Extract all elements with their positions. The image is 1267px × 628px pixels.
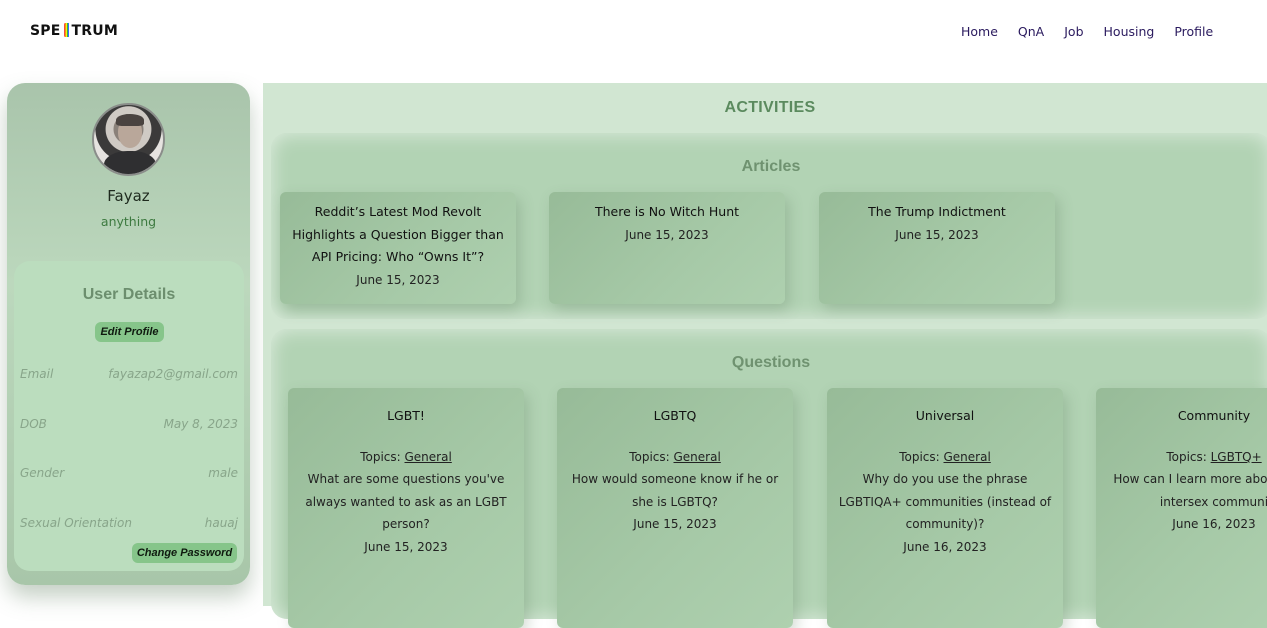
- avatar: [92, 103, 165, 176]
- article-card[interactable]: Reddit’s Latest Mod Revolt Highlights a …: [280, 192, 516, 304]
- logo-text-right: TRUM: [71, 23, 118, 39]
- orientation-label: Sexual Orientation: [20, 516, 132, 530]
- email-label: Email: [20, 367, 54, 381]
- question-title: LGBT!: [387, 408, 425, 423]
- question-topics: Topics: General: [360, 450, 452, 464]
- question-body: How would someone know if he or she is L…: [571, 472, 779, 509]
- topic-link[interactable]: General: [674, 450, 721, 464]
- topic-link[interactable]: General: [944, 450, 991, 464]
- nav-home-link[interactable]: Home: [961, 24, 998, 39]
- question-date: June 15, 2023: [364, 539, 448, 554]
- question-title: LGBTQ: [653, 408, 697, 423]
- article-title: The Trump Indictment: [868, 204, 1006, 219]
- question-card[interactable]: Community Topics: LGBTQ+ How can I learn…: [1096, 388, 1267, 628]
- user-name: Fayaz: [107, 187, 150, 205]
- article-date: June 15, 2023: [625, 227, 709, 242]
- question-topics: Topics: General: [629, 450, 721, 464]
- article-date: June 15, 2023: [895, 227, 979, 242]
- articles-section: Articles Reddit’s Latest Mod Revolt High…: [271, 133, 1267, 319]
- question-topics: Topics: General: [899, 450, 991, 464]
- top-navbar: SPE TRUM Home QnA Job Housing Profile: [0, 0, 1267, 64]
- article-card[interactable]: The Trump Indictment June 15, 2023: [819, 192, 1055, 304]
- question-topics: Topics: LGBTQ+: [1166, 450, 1262, 464]
- nav-housing-link[interactable]: Housing: [1104, 24, 1155, 39]
- questions-title: Questions: [731, 354, 811, 371]
- question-body: What are some questions you've always wa…: [305, 472, 507, 531]
- logo-text-left: SPE: [30, 23, 61, 39]
- articles-title: Articles: [741, 158, 801, 175]
- nav-profile-link[interactable]: Profile: [1174, 24, 1213, 39]
- article-title: There is No Witch Hunt: [594, 204, 740, 219]
- question-card[interactable]: Universal Topics: General Why do you use…: [827, 388, 1063, 628]
- topic-link[interactable]: General: [405, 450, 452, 464]
- user-bio: anything: [100, 214, 157, 229]
- question-card[interactable]: LGBTQ Topics: General How would someone …: [557, 388, 793, 628]
- nav-job-link[interactable]: Job: [1064, 24, 1083, 39]
- nav-links: Home QnA Job Housing Profile: [961, 24, 1213, 39]
- question-date: June 16, 2023: [1172, 517, 1256, 531]
- question-title: Universal: [915, 408, 975, 423]
- activities-panel: ACTIVITIES Articles Reddit’s Latest Mod …: [263, 83, 1267, 628]
- email-value: fayazap2@gmail.com: [108, 367, 238, 381]
- profile-card: Fayaz anything User Details Edit Profile…: [7, 83, 250, 585]
- gender-value: male: [208, 466, 238, 480]
- dob-label: DOB: [20, 417, 47, 431]
- article-title: Reddit’s Latest Mod Revolt Highlights a …: [292, 204, 504, 264]
- change-password-button[interactable]: Change Password: [132, 543, 237, 563]
- topic-link[interactable]: LGBTQ+: [1211, 450, 1262, 464]
- user-details-panel: User Details Edit Profile Email fayazap2…: [14, 261, 244, 571]
- article-date: June 15, 2023: [356, 272, 440, 287]
- dob-value: May 8, 2023: [163, 417, 238, 431]
- activities-title: ACTIVITIES: [724, 99, 816, 116]
- spectrum-logo[interactable]: SPE TRUM: [30, 23, 118, 39]
- question-date: June 15, 2023: [633, 517, 717, 531]
- orientation-value: hauaj: [204, 516, 238, 530]
- question-card[interactable]: LGBT! Topics: General What are some ques…: [288, 388, 524, 628]
- questions-section: Questions LGBT! Topics: General What are…: [271, 329, 1267, 628]
- question-title: Community: [1177, 408, 1251, 423]
- question-body: How can I learn more about t and interse…: [1113, 472, 1267, 509]
- user-details-title: User Details: [82, 286, 176, 303]
- edit-profile-button[interactable]: Edit Profile: [95, 322, 164, 342]
- rainbow-mark-icon: [63, 23, 69, 37]
- gender-label: Gender: [20, 466, 65, 480]
- question-body: Why do you use the phrase LGBTIQA+ commu…: [838, 472, 1052, 531]
- article-card[interactable]: There is No Witch Hunt June 15, 2023: [549, 192, 785, 304]
- nav-qna-link[interactable]: QnA: [1018, 24, 1044, 39]
- question-date: June 16, 2023: [903, 539, 987, 554]
